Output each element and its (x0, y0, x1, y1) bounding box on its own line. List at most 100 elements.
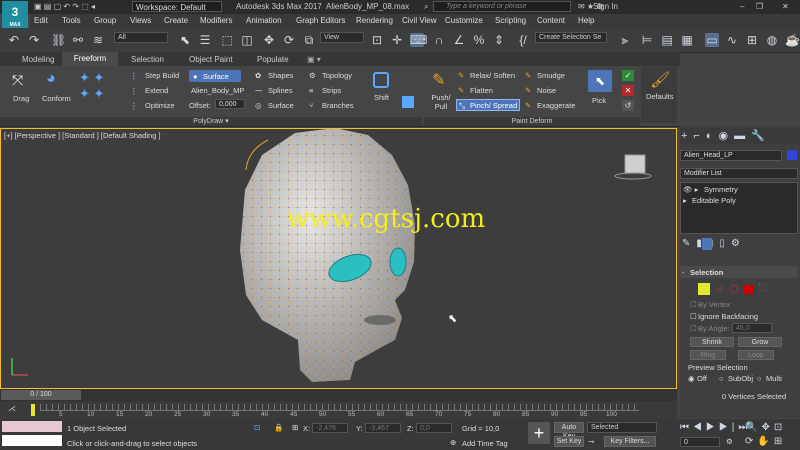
exaggerate-button[interactable]: Exaggerate (537, 101, 575, 110)
object-name-field[interactable]: Alien_Head_LP (680, 150, 782, 161)
by-angle-checkbox[interactable]: ☐ (690, 324, 697, 333)
surface-draw-button[interactable]: Surface (268, 101, 294, 110)
ignore-backfacing-checkbox[interactable]: ☐ (690, 312, 697, 321)
absolute-transform-icon[interactable]: ⊞ (292, 423, 298, 432)
extend-button[interactable]: Extend (145, 86, 168, 95)
time-config-icon[interactable]: ⚙ (726, 437, 733, 446)
workspace-dropdown[interactable]: Workspace: Default (132, 1, 222, 12)
percent-snap-icon[interactable]: % (472, 33, 486, 47)
stack-item-symmetry[interactable]: Symmetry (704, 185, 738, 194)
object-color-swatch[interactable] (787, 150, 797, 160)
scale-icon[interactable]: ⧉ (302, 33, 316, 47)
conform-brush-icons[interactable]: ✦ ✦ ✦ ✦ (79, 70, 104, 102)
command-panel-tab-icons[interactable]: +⌐◐◉▬🔧 (681, 129, 771, 142)
maximize-icon[interactable]: ❐ (756, 2, 763, 11)
menu-create[interactable]: Create (164, 16, 188, 25)
window-crossing-icon[interactable]: ◫ (240, 33, 254, 47)
viewport-navigation-controls[interactable]: 🔍✥⊡ ⟳✋⊞ (745, 421, 786, 449)
paint-deform-panel-label[interactable]: Paint Deform (424, 117, 640, 126)
step-build-button[interactable]: Step Build (145, 71, 179, 80)
push-pull-button[interactable]: Push/ Pull (431, 93, 451, 111)
viewcube-icon[interactable] (624, 154, 646, 174)
select-by-name-icon[interactable]: ☰ (198, 33, 212, 47)
menu-modifiers[interactable]: Modifiers (200, 16, 232, 25)
conform-button[interactable]: Conform (42, 94, 71, 103)
sign-in-link[interactable]: Sign In (593, 2, 618, 11)
maxscript-input[interactable] (2, 435, 62, 446)
menu-views[interactable]: Views (130, 16, 151, 25)
reset-icon[interactable]: ↺ (622, 100, 634, 111)
align-icon[interactable]: ⊨ (640, 33, 654, 47)
border-mode-icon[interactable]: ◯ (730, 284, 738, 293)
preview-off-radio[interactable]: ◉ (688, 374, 695, 383)
modifier-list-dropdown[interactable]: Modifier List (680, 168, 798, 179)
push-pull-icon[interactable]: ✎ (432, 70, 445, 90)
polydraw-panel-label[interactable]: PolyDraw ▾ (0, 117, 422, 126)
layer-explorer-icon[interactable]: ▦ (680, 33, 694, 47)
render-setup-icon[interactable]: ☕ (785, 33, 800, 47)
curve-editor-icon[interactable]: ∿ (725, 33, 739, 47)
vertex-mode-icon[interactable] (698, 283, 710, 295)
selection-filter-dropdown[interactable]: All (114, 32, 168, 43)
angle-input[interactable]: 45,0 (732, 323, 772, 333)
polygon-mode-icon[interactable] (744, 285, 753, 294)
preview-multi-radio[interactable]: ○ (757, 374, 762, 383)
select-manipulate-icon[interactable]: ✛ (390, 33, 404, 47)
expand-icon[interactable]: ▸ (683, 196, 687, 205)
set-key-button[interactable]: Set Key (554, 436, 584, 447)
rotate-icon[interactable]: ⟳ (282, 33, 296, 47)
eye-icon[interactable]: 👁 ▸ (683, 185, 698, 194)
shift-icon[interactable] (373, 72, 389, 88)
pivot-center-icon[interactable]: ⊡ (370, 33, 384, 47)
isolate-selection-icon[interactable]: ⊡ (254, 423, 260, 432)
drag-icon[interactable]: ⤧ (12, 72, 23, 89)
shapes-button[interactable]: Shapes (268, 71, 293, 80)
shrink-button[interactable]: Shrink (690, 337, 734, 347)
conform-icon[interactable]: ◕ (46, 70, 56, 88)
add-time-tag-button[interactable]: Add Time Tag (462, 439, 508, 448)
minimize-icon[interactable]: – (740, 2, 744, 11)
mirror-icon[interactable]: ⫸ (618, 33, 632, 47)
menu-edit[interactable]: Edit (34, 16, 48, 25)
search-icon[interactable]: ⌕ (424, 2, 428, 12)
quick-access-icons[interactable]: ▣ ▤ ▢ ↶ ↷ ⬚ ◂ (34, 2, 95, 11)
viewport-label[interactable]: [+] [Perspective ] [Standard ] [Default … (4, 131, 161, 140)
selection-lock-icon[interactable]: 🔒 (274, 423, 283, 432)
link-icon[interactable]: ⛓ (51, 33, 66, 47)
topology-button[interactable]: Topology (322, 71, 352, 80)
bind-space-warp-icon[interactable]: ≋ (91, 33, 105, 47)
shift-options-icon[interactable] (402, 96, 414, 108)
menu-animation[interactable]: Animation (246, 16, 282, 25)
menu-rendering[interactable]: Rendering (356, 16, 393, 25)
by-vertex-checkbox[interactable]: ☐ (690, 300, 697, 309)
preview-subobj-radio[interactable]: ○ (719, 374, 724, 383)
smudge-button[interactable]: Smudge (537, 71, 565, 80)
time-tag-icon[interactable]: ⊕ (450, 438, 456, 447)
cancel-icon[interactable]: ✕ (622, 85, 634, 96)
select-object-icon[interactable]: ⬉ (178, 33, 192, 47)
toggle-ribbon-icon[interactable]: ▭ (705, 33, 719, 47)
ribbon-options-icon[interactable]: ▣ ▾ (307, 55, 321, 64)
menu-tools[interactable]: Tools (62, 16, 81, 25)
relax-soften-button[interactable]: Relax/ Soften (470, 71, 515, 80)
flatten-button[interactable]: Flatten (470, 86, 493, 95)
close-icon[interactable]: ✕ (782, 2, 789, 11)
defaults-brush-icon[interactable]: 🖌 (650, 70, 670, 90)
unlink-icon[interactable]: ⚯ (71, 33, 85, 47)
splines-button[interactable]: Splines (268, 86, 293, 95)
ring-button[interactable]: Ring (690, 350, 726, 360)
maxscript-listener[interactable] (2, 421, 62, 432)
material-editor-icon[interactable]: ◍ (765, 33, 779, 47)
noise-button[interactable]: Noise (537, 86, 556, 95)
menu-content[interactable]: Content (537, 16, 565, 25)
tab-selection[interactable]: Selection (131, 55, 164, 64)
drag-button[interactable]: Drag (13, 94, 29, 103)
spinner-snap-icon[interactable]: ⇕ (492, 33, 506, 47)
current-frame-field[interactable]: 0 (680, 437, 720, 447)
move-icon[interactable]: ✥ (262, 33, 276, 47)
commit-icon[interactable]: ✓ (622, 70, 634, 81)
show-end-result-toggle[interactable] (702, 238, 712, 250)
z-coordinate-field[interactable]: 0,0 (416, 423, 452, 433)
y-coordinate-field[interactable]: -3,467 (365, 423, 401, 433)
search-input[interactable]: Type a keyword or phrase (433, 1, 571, 12)
